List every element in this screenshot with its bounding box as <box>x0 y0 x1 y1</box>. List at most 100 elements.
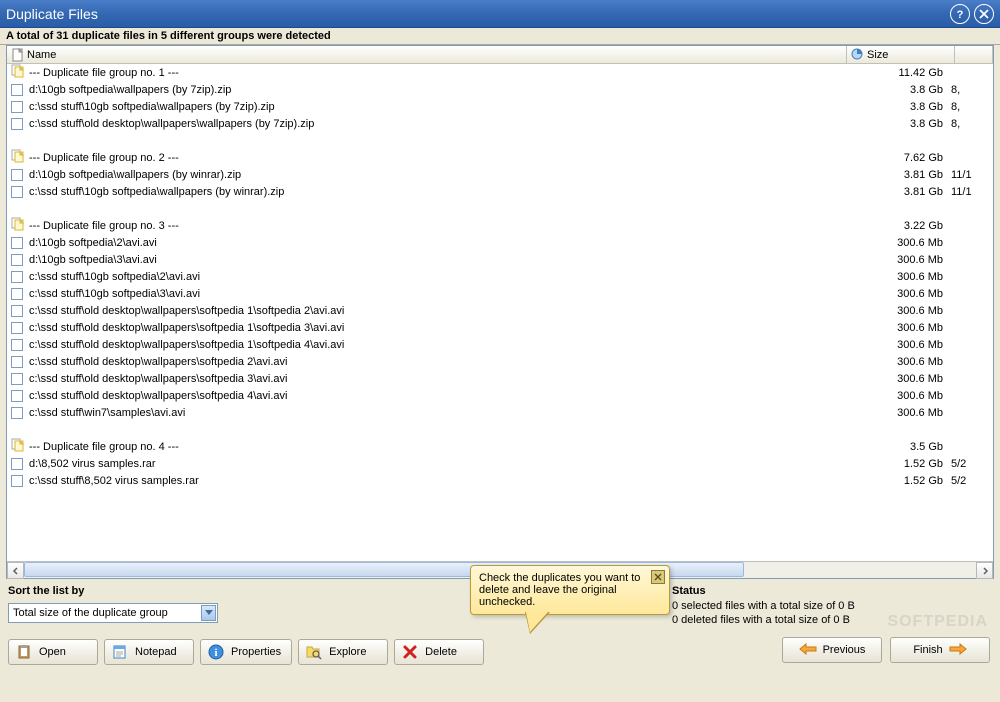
checkbox-wrap <box>11 271 25 283</box>
window-title: Duplicate Files <box>6 6 946 22</box>
document-icon <box>11 48 25 62</box>
file-checkbox[interactable] <box>11 288 23 300</box>
group-row[interactable]: --- Duplicate file group no. 4 ---3.5 Gb <box>7 438 993 455</box>
file-checkbox[interactable] <box>11 458 23 470</box>
checkbox-wrap <box>11 118 25 130</box>
file-row[interactable]: c:\ssd stuff\old desktop\wallpapers\soft… <box>7 370 993 387</box>
file-name: d:\10gb softpedia\3\avi.avi <box>29 254 851 266</box>
file-size: 3.22 Gb <box>851 220 951 232</box>
file-name: c:\ssd stuff\10gb softpedia\wallpapers (… <box>29 101 851 113</box>
file-checkbox[interactable] <box>11 356 23 368</box>
group-row[interactable]: --- Duplicate file group no. 2 ---7.62 G… <box>7 149 993 166</box>
file-row[interactable]: c:\ssd stuff\old desktop\wallpapers\wall… <box>7 115 993 132</box>
file-row[interactable]: c:\ssd stuff\old desktop\wallpapers\soft… <box>7 336 993 353</box>
file-name: c:\ssd stuff\old desktop\wallpapers\soft… <box>29 305 851 317</box>
column-name-label: Name <box>27 49 56 61</box>
row-spacer <box>7 200 993 217</box>
file-row[interactable]: d:\10gb softpedia\3\avi.avi300.6 Mb <box>7 251 993 268</box>
watermark: SOFTPEDIA <box>887 613 988 631</box>
scroll-left-button[interactable] <box>7 562 24 579</box>
previous-label: Previous <box>823 644 866 656</box>
checkbox-wrap <box>11 373 25 385</box>
column-date[interactable] <box>955 46 993 63</box>
checkbox-wrap <box>11 101 25 113</box>
file-checkbox[interactable] <box>11 118 23 130</box>
file-row[interactable]: d:\10gb softpedia\wallpapers (by winrar)… <box>7 166 993 183</box>
file-checkbox[interactable] <box>11 475 23 487</box>
file-name: d:\10gb softpedia\2\avi.avi <box>29 237 851 249</box>
nav-buttons: Previous Finish <box>782 637 990 663</box>
file-checkbox[interactable] <box>11 407 23 419</box>
delete-button[interactable]: Delete <box>394 639 484 665</box>
clipboard-icon <box>15 643 33 661</box>
open-button[interactable]: Open <box>8 639 98 665</box>
arrow-right-icon <box>949 643 967 658</box>
pie-icon <box>851 48 865 62</box>
properties-button[interactable]: i Properties <box>200 639 292 665</box>
file-row[interactable]: d:\10gb softpedia\2\avi.avi300.6 Mb <box>7 234 993 251</box>
group-name: --- Duplicate file group no. 1 --- <box>29 67 851 79</box>
file-checkbox[interactable] <box>11 237 23 249</box>
file-row[interactable]: c:\ssd stuff\old desktop\wallpapers\soft… <box>7 353 993 370</box>
file-checkbox[interactable] <box>11 322 23 334</box>
file-checkbox[interactable] <box>11 271 23 283</box>
file-rows: --- Duplicate file group no. 1 ---11.42 … <box>7 64 993 561</box>
info-icon: i <box>207 643 225 661</box>
file-checkbox[interactable] <box>11 305 23 317</box>
scroll-right-button[interactable] <box>976 562 993 579</box>
file-row[interactable]: d:\8,502 virus samples.rar1.52 Gb5/2 <box>7 455 993 472</box>
file-checkbox[interactable] <box>11 254 23 266</box>
close-button[interactable] <box>974 4 994 24</box>
file-row[interactable]: c:\ssd stuff\10gb softpedia\wallpapers (… <box>7 183 993 200</box>
group-icon <box>11 64 25 81</box>
help-button[interactable]: ? <box>950 4 970 24</box>
file-row[interactable]: d:\10gb softpedia\wallpapers (by 7zip).z… <box>7 81 993 98</box>
group-icon <box>11 217 25 234</box>
file-row[interactable]: c:\ssd stuff\10gb softpedia\3\avi.avi300… <box>7 285 993 302</box>
file-checkbox[interactable] <box>11 373 23 385</box>
finish-button[interactable]: Finish <box>890 637 990 663</box>
group-name: --- Duplicate file group no. 3 --- <box>29 220 851 232</box>
file-row[interactable]: c:\ssd stuff\old desktop\wallpapers\soft… <box>7 387 993 404</box>
column-name[interactable]: Name <box>7 46 847 63</box>
group-row[interactable]: --- Duplicate file group no. 3 ---3.22 G… <box>7 217 993 234</box>
file-checkbox[interactable] <box>11 390 23 402</box>
file-name: c:\ssd stuff\8,502 virus samples.rar <box>29 475 851 487</box>
checkbox-wrap <box>11 254 25 266</box>
column-size[interactable]: Size <box>847 46 955 63</box>
file-name: d:\10gb softpedia\wallpapers (by winrar)… <box>29 169 851 181</box>
file-row[interactable]: c:\ssd stuff\old desktop\wallpapers\soft… <box>7 302 993 319</box>
sort-label: Sort the list by <box>8 585 218 597</box>
sort-selected: Total size of the duplicate group <box>13 607 168 619</box>
explore-button[interactable]: Explore <box>298 639 388 665</box>
sort-dropdown[interactable]: Total size of the duplicate group <box>8 603 218 623</box>
file-row[interactable]: c:\ssd stuff\8,502 virus samples.rar1.52… <box>7 472 993 489</box>
file-name: c:\ssd stuff\old desktop\wallpapers\soft… <box>29 373 851 385</box>
file-row[interactable]: c:\ssd stuff\win7\samples\avi.avi300.6 M… <box>7 404 993 421</box>
file-row[interactable]: c:\ssd stuff\old desktop\wallpapers\soft… <box>7 319 993 336</box>
file-row[interactable]: c:\ssd stuff\10gb softpedia\wallpapers (… <box>7 98 993 115</box>
file-size: 3.81 Gb <box>851 186 951 198</box>
group-icon <box>11 149 25 166</box>
file-date: 5/2 <box>951 475 989 487</box>
checkbox-wrap <box>11 458 25 470</box>
file-name: c:\ssd stuff\10gb softpedia\wallpapers (… <box>29 186 851 198</box>
file-checkbox[interactable] <box>11 84 23 96</box>
file-name: c:\ssd stuff\win7\samples\avi.avi <box>29 407 851 419</box>
previous-button[interactable]: Previous <box>782 637 882 663</box>
file-checkbox[interactable] <box>11 339 23 351</box>
file-row[interactable]: c:\ssd stuff\10gb softpedia\2\avi.avi300… <box>7 268 993 285</box>
sort-block: Sort the list by Total size of the dupli… <box>8 585 218 623</box>
group-row[interactable]: --- Duplicate file group no. 1 ---11.42 … <box>7 64 993 81</box>
file-size: 300.6 Mb <box>851 407 951 419</box>
checkbox-wrap <box>11 475 25 487</box>
file-name: c:\ssd stuff\old desktop\wallpapers\wall… <box>29 118 851 130</box>
file-checkbox[interactable] <box>11 169 23 181</box>
file-checkbox[interactable] <box>11 186 23 198</box>
file-name: c:\ssd stuff\10gb softpedia\2\avi.avi <box>29 271 851 283</box>
tooltip-close-button[interactable] <box>651 570 665 584</box>
file-checkbox[interactable] <box>11 101 23 113</box>
checkbox-wrap <box>11 186 25 198</box>
file-date: 8, <box>951 118 989 130</box>
notepad-button[interactable]: Notepad <box>104 639 194 665</box>
